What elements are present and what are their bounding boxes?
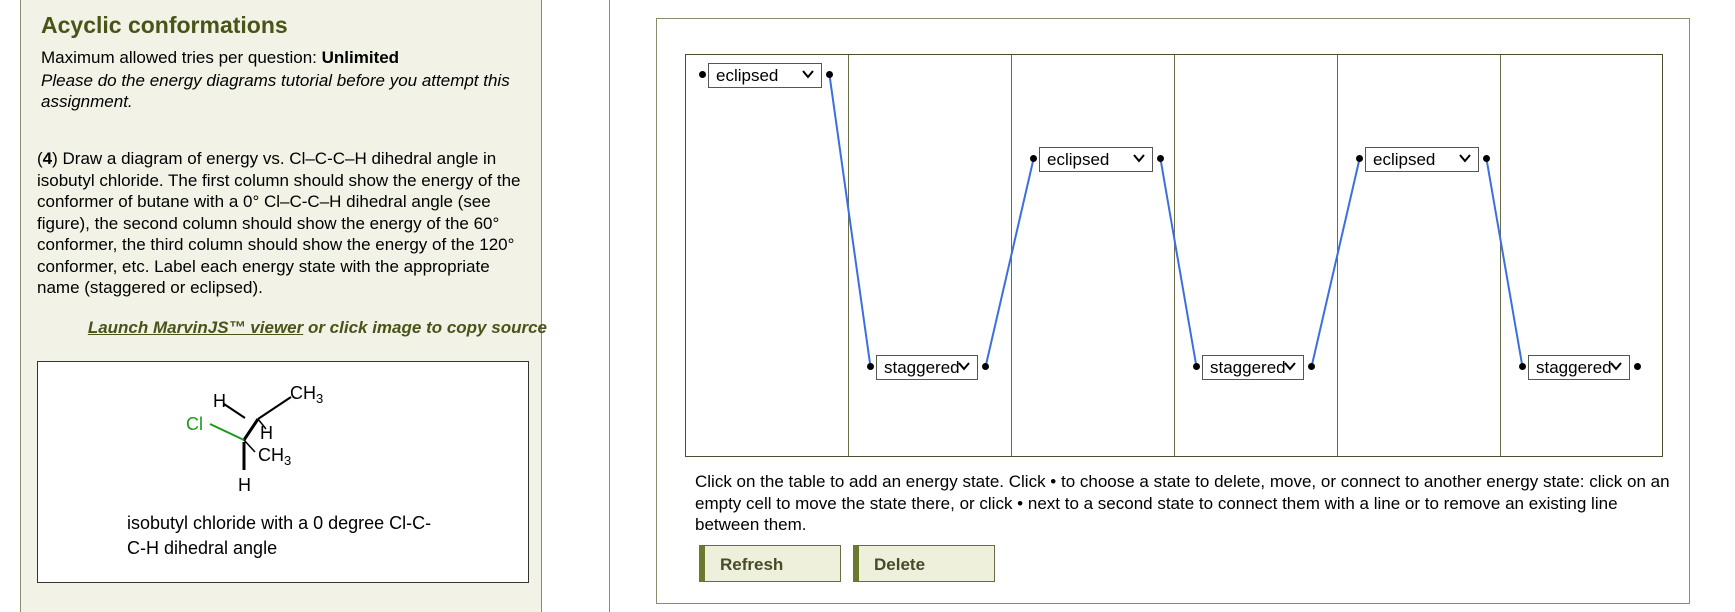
chevron-down-icon <box>802 70 814 79</box>
atom-h-mid: H <box>260 423 273 443</box>
energy-state-label: eclipsed <box>1373 150 1436 169</box>
chevron-down-icon <box>1610 362 1622 371</box>
energy-state-select[interactable]: eclipsed <box>1039 147 1153 172</box>
energy-state-select[interactable]: staggered <box>1528 355 1630 380</box>
state-right-connector[interactable] <box>1634 363 1641 370</box>
atom-ch3-top: CH3 <box>290 383 323 406</box>
energy-state-label: staggered <box>1210 358 1286 377</box>
atom-cl: Cl <box>186 414 203 434</box>
bond-ch3-bot <box>243 439 256 453</box>
energy-state-select[interactable]: eclipsed <box>708 63 822 88</box>
bond-ch3-top <box>257 396 292 420</box>
energy-lines <box>828 74 1524 368</box>
energy-state-label: eclipsed <box>1047 150 1110 169</box>
instructions: Click on the table to add an energy stat… <box>695 472 1670 534</box>
state-left-connector[interactable] <box>867 363 874 370</box>
bond-h-top <box>223 403 246 419</box>
diagram-panel: eclipsed staggered eclipsed staggered eclips… <box>609 0 1735 612</box>
energy-connection-line <box>1159 158 1198 368</box>
state-right-connector[interactable] <box>982 363 989 370</box>
energy-connection-line <box>984 158 1035 368</box>
molecule-structure: H CH3 Cl H CH3 H <box>186 383 323 495</box>
energy-state-label: eclipsed <box>716 66 779 85</box>
state-left-connector[interactable] <box>1356 155 1363 162</box>
state-right-connector[interactable] <box>1157 155 1164 162</box>
diagram-frame: eclipsed staggered eclipsed staggered eclips… <box>656 18 1690 604</box>
page-title: Acyclic conformations <box>41 12 288 38</box>
atom-h-bot: H <box>238 475 251 495</box>
energy-state-select[interactable]: staggered <box>876 355 978 380</box>
energy-connection-line <box>828 74 872 368</box>
energy-state-select[interactable]: eclipsed <box>1365 147 1479 172</box>
launch-marvinjs-link[interactable]: Launch MarvinJS™ viewer <box>88 318 303 337</box>
chevron-down-icon <box>1284 362 1296 371</box>
state-left-connector[interactable] <box>1030 155 1037 162</box>
energy-connection-line <box>1485 158 1524 368</box>
tries-label: Maximum allowed tries per question: <box>41 48 322 67</box>
chevron-down-icon <box>1133 154 1145 163</box>
refresh-button[interactable]: Refresh <box>699 545 841 582</box>
energy-connection-line <box>1310 158 1361 368</box>
question-text: (4) Draw a diagram of energy vs. Cl–C-C–… <box>37 149 521 297</box>
energy-state-select[interactable]: staggered <box>1202 355 1304 380</box>
launch-suffix: or click image to copy source <box>303 318 547 337</box>
tries-value: Unlimited <box>321 48 400 67</box>
atom-h-top: H <box>213 391 226 411</box>
delete-button[interactable]: Delete <box>853 545 995 582</box>
state-left-connector[interactable] <box>1519 363 1526 370</box>
energy-state-label: staggered <box>884 358 960 377</box>
chevron-down-icon <box>958 362 970 371</box>
bond-c-c <box>242 418 260 441</box>
question-body: Draw a diagram of energy vs. Cl–C-C–H di… <box>37 149 521 297</box>
chevron-down-icon <box>1459 154 1471 163</box>
molecule-caption: isobutyl chloride with a 0 degree Cl-C-C… <box>127 513 432 558</box>
question-number: 4 <box>42 149 53 168</box>
bond-cl <box>209 423 245 441</box>
state-right-connector[interactable] <box>1483 155 1490 162</box>
viewer-launch-line: Launch MarvinJS™ viewer or click image t… <box>81 317 547 338</box>
question-panel: Acyclic conformations Maximum allowed tr… <box>20 0 547 612</box>
atom-ch3-bot: CH3 <box>258 445 291 468</box>
molecule-figure[interactable]: H CH3 Cl H CH3 H isobutyl chloride with … <box>37 361 529 583</box>
tutorial-note: Please do the energy diagrams tutorial b… <box>41 71 510 111</box>
state-left-connector[interactable] <box>699 71 706 78</box>
tries-info: Maximum allowed tries per question: Unli… <box>41 48 399 68</box>
energy-state-label: staggered <box>1536 358 1612 377</box>
state-right-connector[interactable] <box>826 71 833 78</box>
state-left-connector[interactable] <box>1193 363 1200 370</box>
energy-table[interactable]: eclipsed staggered eclipsed staggered eclips… <box>685 54 1663 457</box>
state-right-connector[interactable] <box>1308 363 1315 370</box>
